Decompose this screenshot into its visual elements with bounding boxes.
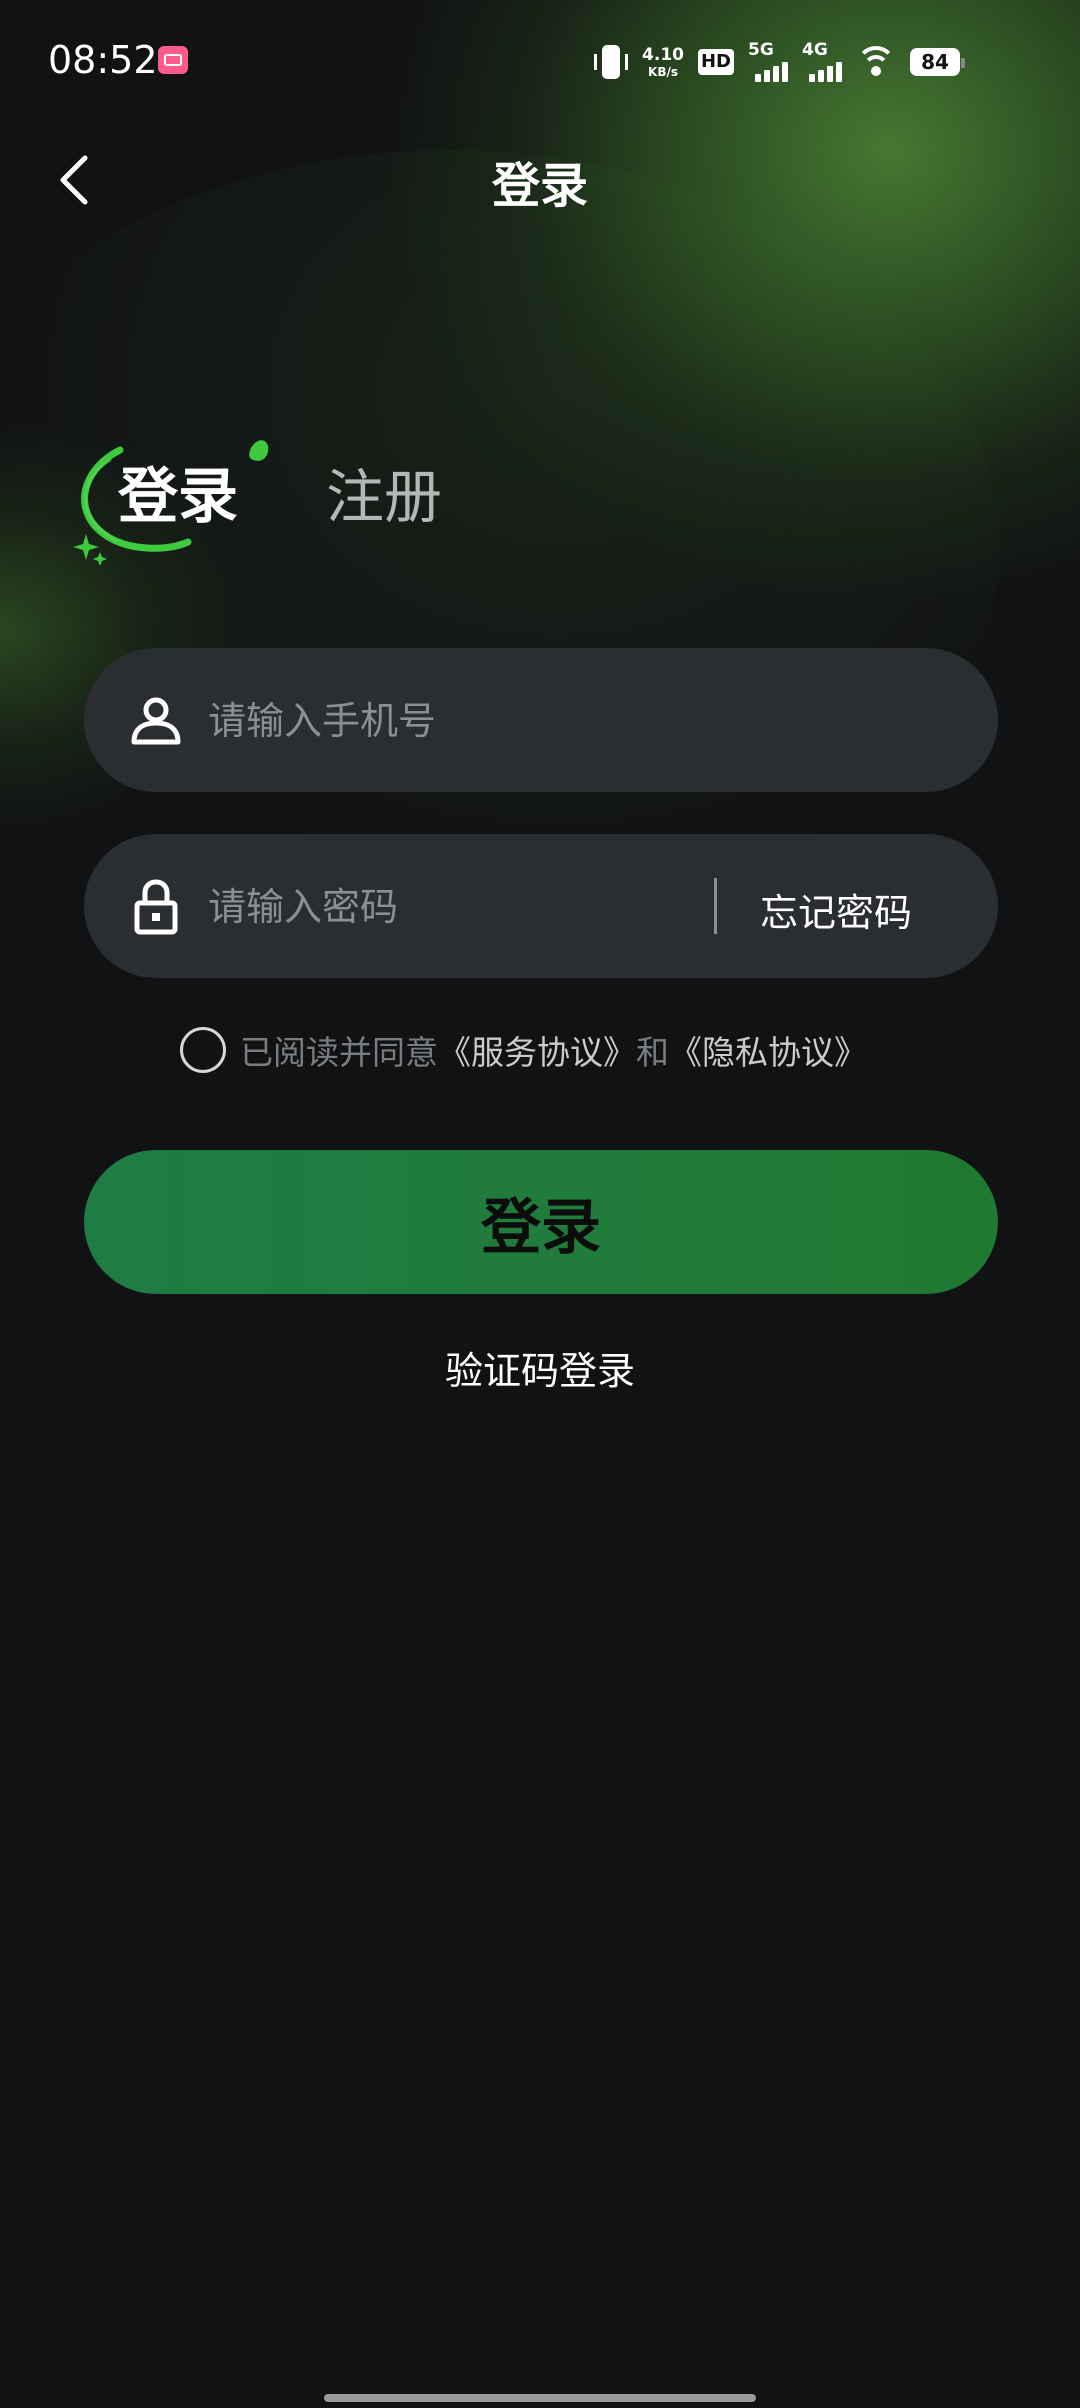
status-time: 08:52 [48, 38, 158, 82]
status-bar: 08:52 4.10 KB/s HD 5G 4G 84 [0, 0, 1080, 125]
auth-tabs: 登录 注册 [0, 400, 1080, 580]
signal-4g-label: 4G [802, 40, 828, 60]
network-speed: 4.10 KB/s [642, 44, 684, 79]
tab-register[interactable]: 注册 [326, 450, 442, 534]
signal-4g-icon: 4G [802, 42, 842, 82]
network-speed-value: 4.10 [642, 44, 684, 65]
user-icon [131, 697, 181, 745]
tab-login[interactable]: 登录 [118, 448, 238, 535]
password-field[interactable]: 忘记密码 [84, 834, 998, 978]
agreement-checkbox[interactable] [180, 1027, 226, 1073]
battery-level: 84 [921, 50, 949, 74]
battery-icon: 84 [910, 48, 965, 76]
wifi-icon [856, 46, 896, 78]
signal-5g-icon: 5G [748, 42, 788, 82]
phone-field[interactable] [84, 648, 998, 792]
agreement-prefix: 已阅读并同意 [240, 1033, 438, 1072]
lock-icon [134, 879, 178, 935]
password-input[interactable] [206, 870, 650, 944]
verification-code-login-link[interactable]: 验证码登录 [0, 1340, 1080, 1395]
forgot-password-link[interactable]: 忘记密码 [760, 882, 912, 937]
signal-5g-label: 5G [748, 40, 774, 60]
page-title: 登录 [491, 158, 588, 214]
agreement-row: 已阅读并同意 《服务协议》 和 《隐私协议》 [180, 1022, 867, 1078]
agreement-and: 和 [636, 1033, 669, 1072]
login-screen: 08:52 4.10 KB/s HD 5G 4G 84 登录 登录 注册 请输入… [0, 0, 1080, 2408]
service-agreement-link[interactable]: 《服务协议》 [438, 1026, 636, 1074]
phone-input[interactable] [206, 684, 770, 758]
home-indicator[interactable] [324, 2394, 756, 2402]
login-button[interactable]: 登录 [84, 1150, 998, 1294]
network-speed-unit: KB/s [648, 64, 678, 79]
privacy-agreement-link[interactable]: 《隐私协议》 [669, 1026, 867, 1074]
hd-icon: HD [697, 49, 734, 75]
app-notification-icon [158, 46, 188, 74]
status-icons: 4.10 KB/s HD 5G 4G 84 [594, 40, 965, 84]
vibrate-icon [594, 45, 629, 79]
field-divider [714, 878, 717, 934]
